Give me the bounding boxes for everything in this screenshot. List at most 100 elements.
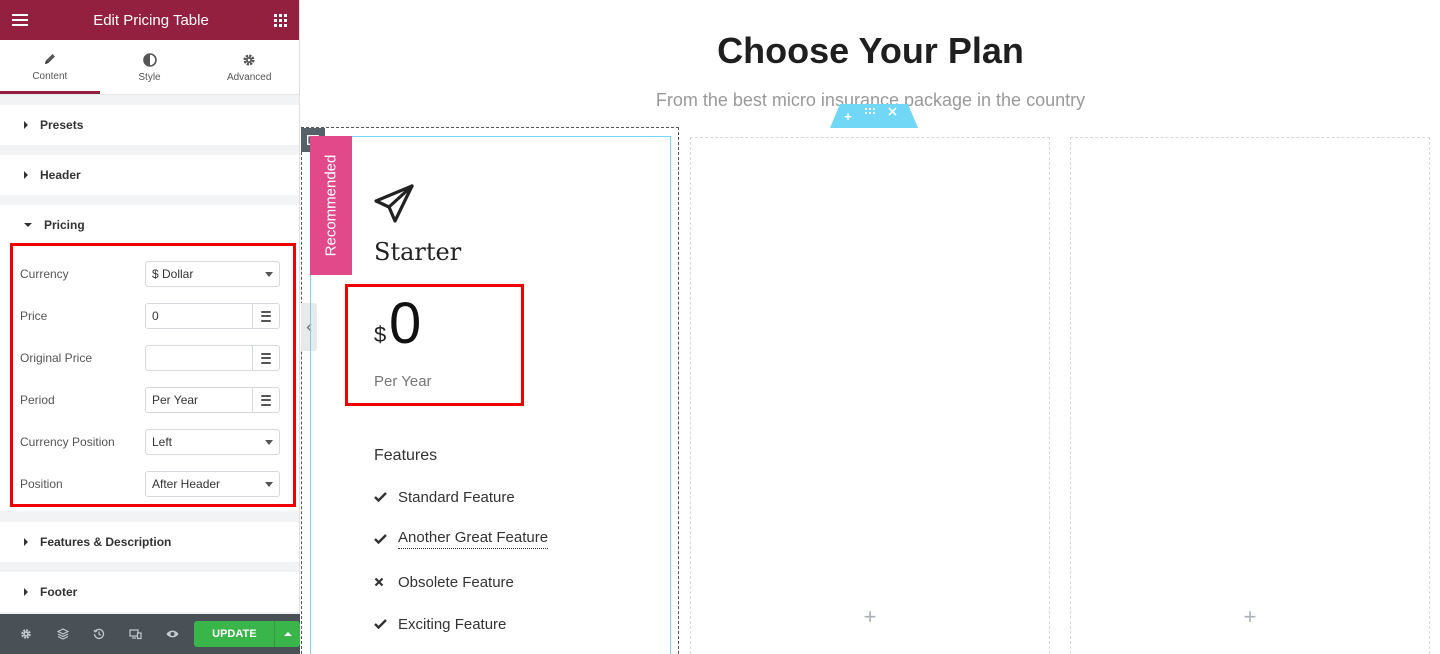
hamburger-menu-icon[interactable] — [12, 14, 28, 26]
ribbon-badge: Recommended — [310, 136, 352, 275]
check-icon — [374, 492, 390, 502]
feature-text: Standard Feature — [398, 488, 515, 506]
drag-handle-icon[interactable] — [864, 107, 884, 125]
chevron-down-icon — [265, 271, 273, 277]
features-title: Features — [374, 447, 438, 464]
feature-item: Exciting Feature — [374, 613, 506, 635]
dynamic-tags-button[interactable] — [252, 304, 279, 328]
price-label: Price — [20, 309, 48, 323]
database-icon — [261, 352, 271, 364]
update-button[interactable]: UPDATE — [194, 621, 275, 647]
control-original-price: Original Price — [20, 345, 280, 371]
price-field — [145, 303, 280, 329]
feature-item: Another Great Feature — [374, 528, 549, 550]
caret-right-icon — [24, 121, 28, 129]
section-header-label: Header — [40, 168, 81, 182]
currency-label: Currency — [20, 267, 69, 281]
gear-icon — [242, 51, 256, 69]
control-currency-position: Currency Position Left — [20, 429, 280, 455]
chevron-down-icon — [265, 481, 273, 487]
price-input[interactable] — [146, 304, 252, 328]
editor-panel: Edit Pricing Table Content Style Advance… — [0, 0, 300, 654]
highlight-box — [345, 284, 524, 406]
empty-column[interactable]: + — [690, 137, 1050, 654]
currency-position-select[interactable]: Left — [145, 429, 280, 455]
control-currency: Currency $ Dollar — [20, 261, 280, 287]
preview-canvas: Choose Your Plan From the best micro ins… — [301, 0, 1440, 654]
price-period: Per Year — [374, 373, 432, 390]
tab-style-label: Style — [138, 72, 161, 83]
page-title: Choose Your Plan — [717, 30, 1024, 71]
add-section-icon[interactable]: + — [838, 107, 858, 125]
period-field — [145, 387, 280, 413]
position-label: Position — [20, 477, 63, 491]
feature-text: Another Great Feature — [398, 529, 549, 549]
history-icon[interactable] — [81, 614, 117, 654]
section-footer[interactable]: Footer — [0, 572, 299, 612]
panel-tabs: Content Style Advanced — [0, 40, 299, 95]
caret-down-icon — [24, 223, 32, 227]
original-price-input[interactable] — [146, 346, 252, 370]
feature-text: Exciting Feature — [398, 615, 507, 633]
original-price-field — [145, 345, 280, 371]
position-select[interactable]: After Header — [145, 471, 280, 497]
plan-name: Starter — [374, 238, 462, 266]
chevron-down-icon — [265, 439, 273, 445]
section-presets-label: Presets — [40, 118, 84, 132]
section-footer-label: Footer — [40, 585, 78, 599]
database-icon — [261, 310, 271, 322]
layers-icon[interactable] — [44, 614, 80, 654]
chevron-up-icon — [283, 632, 292, 636]
section-presets[interactable]: Presets — [0, 105, 299, 145]
section-handle: + — [830, 104, 918, 128]
tab-advanced-label: Advanced — [226, 72, 272, 83]
check-icon — [374, 534, 390, 544]
pencil-icon — [43, 50, 57, 68]
widgets-grid-icon[interactable] — [274, 13, 287, 27]
caret-right-icon — [24, 171, 28, 179]
control-period: Period — [20, 387, 280, 413]
control-position: Position After Header — [20, 471, 280, 497]
update-options-button[interactable] — [274, 621, 300, 647]
caret-right-icon — [24, 538, 28, 546]
database-icon — [261, 394, 271, 406]
panel-footer-bar: UPDATE — [0, 614, 300, 654]
check-icon — [374, 619, 390, 629]
currency-symbol: $ — [374, 322, 387, 347]
feature-text: Obsolete Feature — [398, 573, 514, 591]
half-circle-icon — [142, 51, 157, 69]
period-label: Period — [20, 393, 55, 407]
panel-header: Edit Pricing Table — [0, 0, 299, 40]
section-header[interactable]: Header — [0, 155, 299, 195]
dynamic-tags-button[interactable] — [252, 388, 279, 412]
eye-icon[interactable] — [154, 614, 190, 654]
empty-column[interactable]: + — [1070, 137, 1430, 654]
period-input[interactable] — [146, 388, 252, 412]
feature-item: Standard Feature — [374, 486, 515, 508]
times-icon — [374, 577, 390, 587]
section-features-label: Features & Description — [40, 535, 172, 549]
tab-content[interactable]: Content — [0, 40, 100, 94]
currency-position-label: Currency Position — [20, 435, 115, 449]
tab-style[interactable]: Style — [100, 40, 200, 94]
feature-item: Obsolete Feature — [374, 571, 514, 593]
add-widget-icon[interactable]: + — [864, 604, 877, 630]
price-value: 0 — [389, 291, 422, 356]
panel-title: Edit Pricing Table — [93, 11, 209, 29]
tab-content-label: Content — [32, 70, 68, 82]
add-widget-icon[interactable]: + — [1244, 604, 1257, 630]
section-features-description[interactable]: Features & Description — [0, 522, 299, 562]
caret-right-icon — [24, 588, 28, 596]
control-price: Price — [20, 303, 280, 329]
settings-gear-icon[interactable] — [8, 614, 44, 654]
paper-plane-icon — [373, 184, 415, 229]
ribbon-text: Recommended — [322, 154, 340, 257]
pricing-controls: Currency $ Dollar Price Original Price — [0, 245, 299, 511]
dynamic-tags-button[interactable] — [252, 346, 279, 370]
tab-advanced[interactable]: Advanced — [199, 40, 299, 94]
currency-select[interactable]: $ Dollar — [145, 261, 280, 287]
section-pricing[interactable]: Pricing — [0, 205, 299, 245]
section-pricing-label: Pricing — [44, 218, 85, 232]
delete-section-icon[interactable] — [888, 107, 908, 125]
responsive-icon[interactable] — [117, 614, 153, 654]
